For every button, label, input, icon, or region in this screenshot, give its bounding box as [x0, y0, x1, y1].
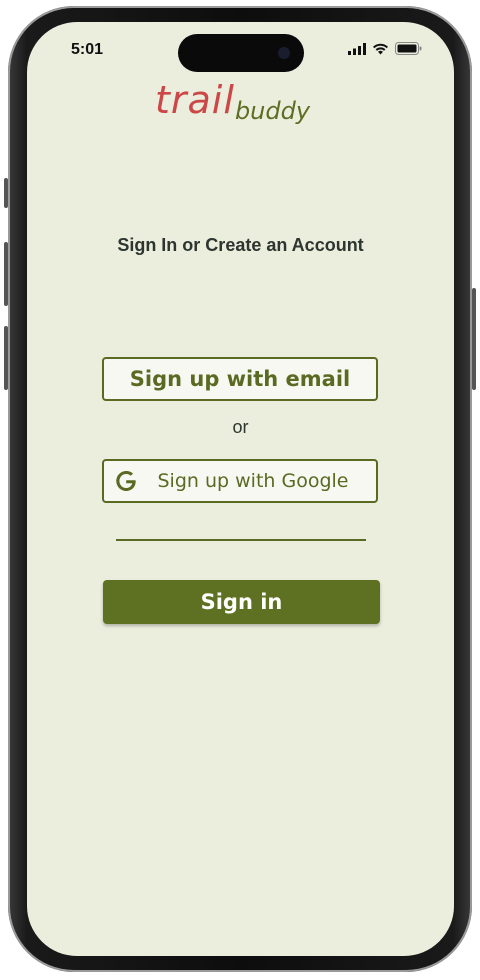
google-icon [116, 471, 136, 491]
signin-label: Sign in [200, 590, 283, 614]
volume-down-button [4, 326, 8, 390]
or-separator: or [232, 417, 249, 437]
signup-email-label: Sign up with email [129, 367, 351, 391]
battery-icon [395, 42, 422, 55]
signal-icon [348, 42, 366, 55]
logo-buddy-text: buddy [234, 97, 311, 125]
page-title: Sign In or Create an Account [117, 235, 364, 255]
silent-switch [4, 178, 8, 208]
signup-email-button[interactable]: Sign up with email [102, 357, 378, 401]
dynamic-island [178, 34, 304, 72]
divider [116, 539, 366, 541]
app-screen: 5:01 trailbuddy Sign In or Create an Acc… [27, 22, 454, 956]
status-icons [348, 42, 422, 55]
logo-trail-text: trail [155, 78, 235, 122]
front-camera [278, 47, 290, 59]
app-logo: trailbuddy [155, 78, 311, 125]
signin-button[interactable]: Sign in [103, 580, 380, 624]
power-button [472, 288, 476, 390]
wifi-icon [373, 43, 388, 54]
signup-google-label: Sign up with Google [157, 470, 349, 492]
status-bar: 5:01 [27, 22, 454, 78]
volume-up-button [4, 242, 8, 306]
status-time: 5:01 [71, 41, 104, 58]
signup-google-button[interactable]: Sign up with Google [102, 459, 378, 503]
